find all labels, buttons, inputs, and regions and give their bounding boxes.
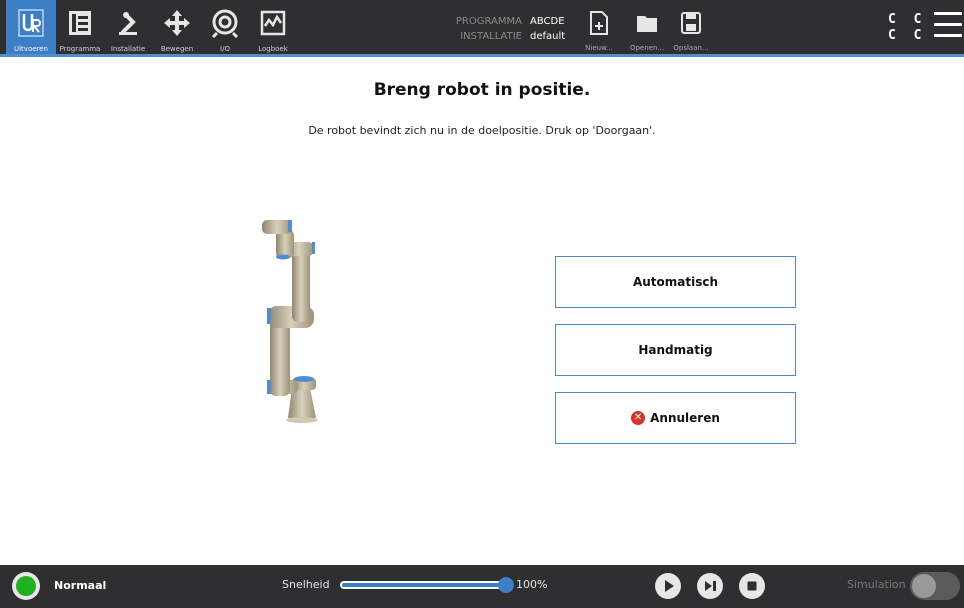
speed-slider-fill (342, 583, 510, 587)
nav-program-label: Programma (59, 45, 101, 53)
nav-program[interactable]: Programma (55, 0, 105, 56)
installation-key: INSTALLATIE (460, 31, 522, 42)
robot-arm-illustration (262, 220, 318, 423)
header-accent-line (0, 54, 964, 57)
program-icon (69, 11, 91, 35)
new-file-icon (590, 11, 608, 35)
speed-slider[interactable] (340, 577, 514, 593)
nav-io-label: I/O (220, 45, 230, 53)
simulation-label: Simulation (847, 578, 906, 591)
program-key: PROGRAMMA (455, 16, 522, 27)
open-button[interactable]: Openen... (624, 0, 670, 56)
cancel-button-label: Annuleren (650, 411, 720, 425)
open-button-label: Openen... (629, 44, 665, 52)
menu-icon[interactable] (934, 12, 962, 42)
stop-button[interactable] (739, 573, 765, 599)
auto-button-label: Automatisch (632, 275, 719, 289)
nav-installation[interactable]: Installatie (103, 0, 153, 56)
new-button[interactable]: Nieuw... (576, 0, 622, 56)
speed-slider-handle[interactable] (498, 577, 514, 593)
stop-icon (747, 581, 757, 591)
log-icon (260, 10, 286, 36)
step-icon (705, 581, 716, 591)
play-button[interactable] (655, 573, 681, 599)
installation-value: default (530, 31, 566, 42)
top-bar: Uitvoeren Programma Installatie Bewegen (0, 0, 964, 57)
nav-move[interactable]: Bewegen (152, 0, 202, 56)
program-value: ABCDE (530, 16, 565, 27)
manual-button[interactable]: Handmatig (555, 324, 796, 376)
folder-icon (637, 16, 657, 32)
control-code-line-2: C C (888, 28, 927, 43)
page-subtitle: De robot bevindt zich nu in de doelposit… (308, 124, 656, 137)
nav-move-label: Bewegen (160, 45, 194, 53)
ur-logo-icon (18, 9, 44, 37)
nav-log-label: Logboek (258, 45, 288, 53)
program-info: PROGRAMMA ABCDE INSTALLATIE default (440, 14, 570, 44)
cancel-button[interactable]: ✕ Annuleren (555, 392, 796, 444)
robot-arm-icon (119, 12, 137, 35)
page-title: Breng robot in positie. (373, 80, 591, 100)
nav-io[interactable]: I/O (200, 0, 250, 56)
status-label: Normaal (54, 579, 107, 592)
play-icon (665, 580, 674, 592)
nav-run-label: Uitvoeren (13, 45, 48, 53)
save-button[interactable]: Opslaan... (668, 0, 714, 56)
status-indicator-icon[interactable] (12, 572, 40, 600)
new-button-label: Nieuw... (585, 44, 613, 52)
nav-log[interactable]: Logboek (248, 0, 298, 56)
move-arrows-icon (164, 10, 190, 36)
nav-run[interactable]: Uitvoeren (6, 0, 56, 56)
save-button-label: Opslaan... (673, 44, 709, 52)
speed-label: Snelheid (282, 578, 330, 591)
manual-button-label: Handmatig (638, 343, 713, 357)
simulation-toggle[interactable] (910, 572, 960, 600)
bottom-bar: Normaal Snelheid 100% Simulation (0, 565, 964, 608)
nav-installation-label: Installatie (110, 45, 146, 53)
control-code: C C C C (888, 12, 926, 44)
control-code-line-1: C C (888, 12, 927, 27)
x-circle-icon: ✕ (631, 411, 646, 425)
step-button[interactable] (697, 573, 723, 599)
speed-value: 100% (516, 578, 548, 591)
auto-button[interactable]: Automatisch (555, 256, 796, 308)
save-icon (681, 12, 701, 34)
io-icon (211, 9, 239, 38)
